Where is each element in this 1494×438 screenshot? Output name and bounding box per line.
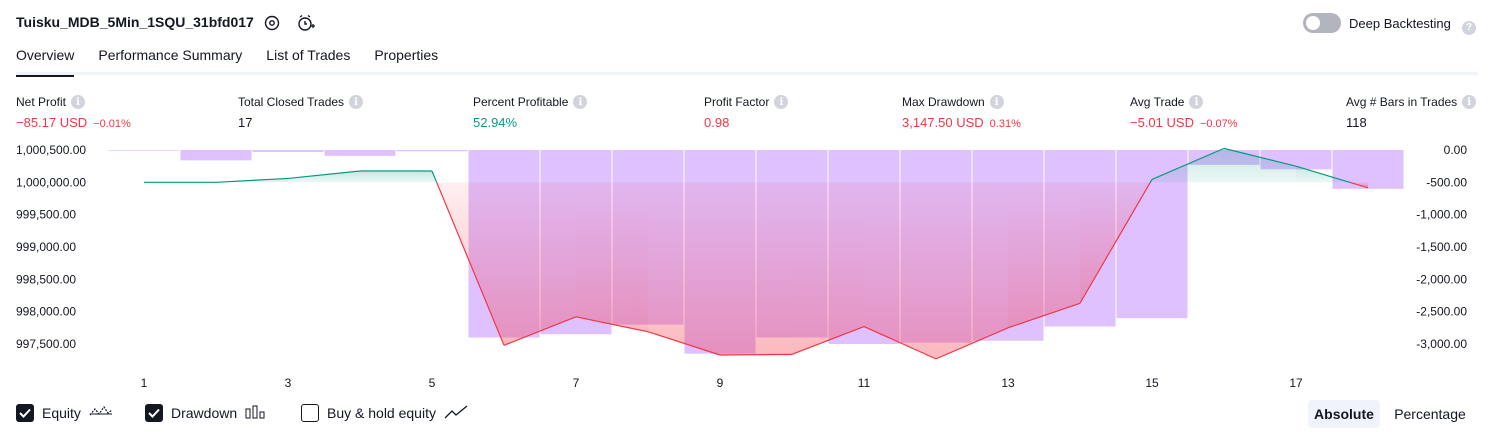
metric-value: 0.98 [704,115,730,130]
legend-equity-label: Equity [42,405,81,421]
metric-net-profit: Net Profit i −85.17 USD −0.01% [16,94,131,130]
metric-label: Max Drawdown [902,95,985,109]
x-tick-label: 17 [1289,376,1303,390]
info-icon[interactable]: i [71,95,86,109]
metric-value: 118 [1346,115,1367,130]
settings-icon[interactable] [262,13,282,33]
metric-sub: −0.01% [93,118,131,130]
metric-label: Net Profit [16,95,67,109]
metric-sub: −0.07% [1199,118,1238,130]
bar-chart-icon [245,405,265,422]
equity-area [720,182,792,355]
tab-properties[interactable]: Properties [374,47,438,74]
right-tick-label: -500.00 [1426,175,1467,189]
drawdown-bar [396,150,468,152]
right-axis: 0.00 -500.00 -1,000.00 -1,500.00 -2,000.00 -2… [1416,143,1467,351]
line-chart-icon [444,404,468,422]
equity-area [648,182,720,355]
left-tick-label: 998,000.00 [16,305,76,319]
legend-buy-hold[interactable]: Buy & hold equity [301,404,468,422]
metric-value: 3,147.50 USD [902,115,984,130]
x-axis: 1 3 5 7 9 11 13 15 17 [141,376,1303,390]
tab-divider [16,72,1478,75]
right-tick-label: -3,000.00 [1416,337,1467,351]
info-icon[interactable]: i [774,95,789,109]
checkbox-checked-icon[interactable] [145,404,163,422]
metric-label: Total Closed Trades [238,95,345,109]
legend-buy-hold-label: Buy & hold equity [327,405,436,421]
metric-label: Avg Trade [1130,95,1185,109]
drawdown-bar [252,150,324,152]
drawdown-bar [180,150,252,161]
right-tick-label: -2,500.00 [1416,305,1467,319]
equity-area [1008,182,1080,328]
legend-drawdown[interactable]: Drawdown [145,404,265,422]
x-tick-label: 7 [573,376,580,390]
equity-area [792,182,864,355]
legend-drawdown-label: Drawdown [171,405,238,421]
info-icon[interactable]: i [989,95,1004,109]
metric-max-drawdown: Max Drawdown i 3,147.50 USD 0.31% [902,94,1021,130]
metric-value: −5.01 USD [1130,115,1194,130]
x-tick-label: 13 [1001,376,1015,390]
right-tick-label: -1,000.00 [1416,208,1467,222]
metric-value: 52.94% [473,115,518,130]
legend-equity[interactable]: Equity [16,404,113,422]
metric-avg-bars: Avg # Bars in Trades i 118 [1346,94,1477,130]
metric-percent-profitable: Percent Profitable i 52.94% [473,94,588,130]
equity-area [360,171,432,183]
info-icon[interactable]: i [1189,95,1204,109]
info-icon[interactable]: i [349,95,364,109]
left-tick-label: 999,000.00 [16,240,76,254]
x-tick-label: 9 [717,376,724,390]
equity-area [576,182,648,332]
x-tick-label: 11 [858,376,871,390]
equity-line-icon [89,405,113,422]
strategy-title: Tuisku_MDB_5Min_1SQU_31bfd017 [16,14,254,30]
add-alert-icon[interactable] [296,13,316,33]
toggle-knob [1306,16,1320,30]
right-tick-label: 0.00 [1444,143,1468,157]
help-icon[interactable]: ? [1462,17,1476,35]
deep-backtesting-label: Deep Backtesting [1349,16,1451,31]
left-tick-label: 1,000,000.00 [16,175,86,189]
left-tick-label: 997,500.00 [16,337,76,351]
x-tick-label: 5 [429,376,436,390]
drawdown-bar [108,150,180,151]
metric-avg-trade: Avg Trade i −5.01 USD −0.07% [1130,94,1238,130]
info-icon[interactable]: i [1462,95,1477,109]
left-axis: 1,000,500.00 1,000,000.00 999,500.00 999,00… [16,143,86,351]
x-tick-label: 1 [141,376,148,390]
info-icon[interactable]: i [573,95,588,109]
checkbox-unchecked-icon[interactable] [301,404,319,422]
percentage-button[interactable]: Percentage [1386,400,1474,428]
equity-segment [719,353,793,356]
metric-label: Percent Profitable [473,95,569,109]
tab-list-of-trades[interactable]: List of Trades [266,47,350,74]
left-tick-label: 999,500.00 [16,208,76,222]
absolute-button[interactable]: Absolute [1308,400,1380,428]
right-tick-label: -2,000.00 [1416,272,1467,286]
checkbox-checked-icon[interactable] [16,404,34,422]
metric-total-closed-trades: Total Closed Trades i 17 [238,94,364,130]
deep-backtesting-toggle[interactable] [1303,13,1341,33]
tab-performance-summary[interactable]: Performance Summary [98,47,242,74]
x-tick-label: 3 [285,376,292,390]
metric-profit-factor: Profit Factor i 0.98 [704,94,789,130]
x-tick-label: 15 [1145,376,1159,390]
metric-value: 17 [238,115,253,130]
drawdown-bar [324,150,396,156]
left-tick-label: 998,500.00 [16,272,76,286]
equity-chart[interactable]: 1,000,500.00 1,000,000.00 999,500.00 999,00… [0,135,1494,395]
metric-value: −85.17 USD [16,115,88,130]
right-tick-label: -1,500.00 [1416,240,1467,254]
metric-label: Avg # Bars in Trades [1346,95,1458,109]
left-tick-label: 1,000,500.00 [16,143,86,157]
metric-sub: 0.31% [989,118,1021,130]
metric-label: Profit Factor [704,95,770,109]
